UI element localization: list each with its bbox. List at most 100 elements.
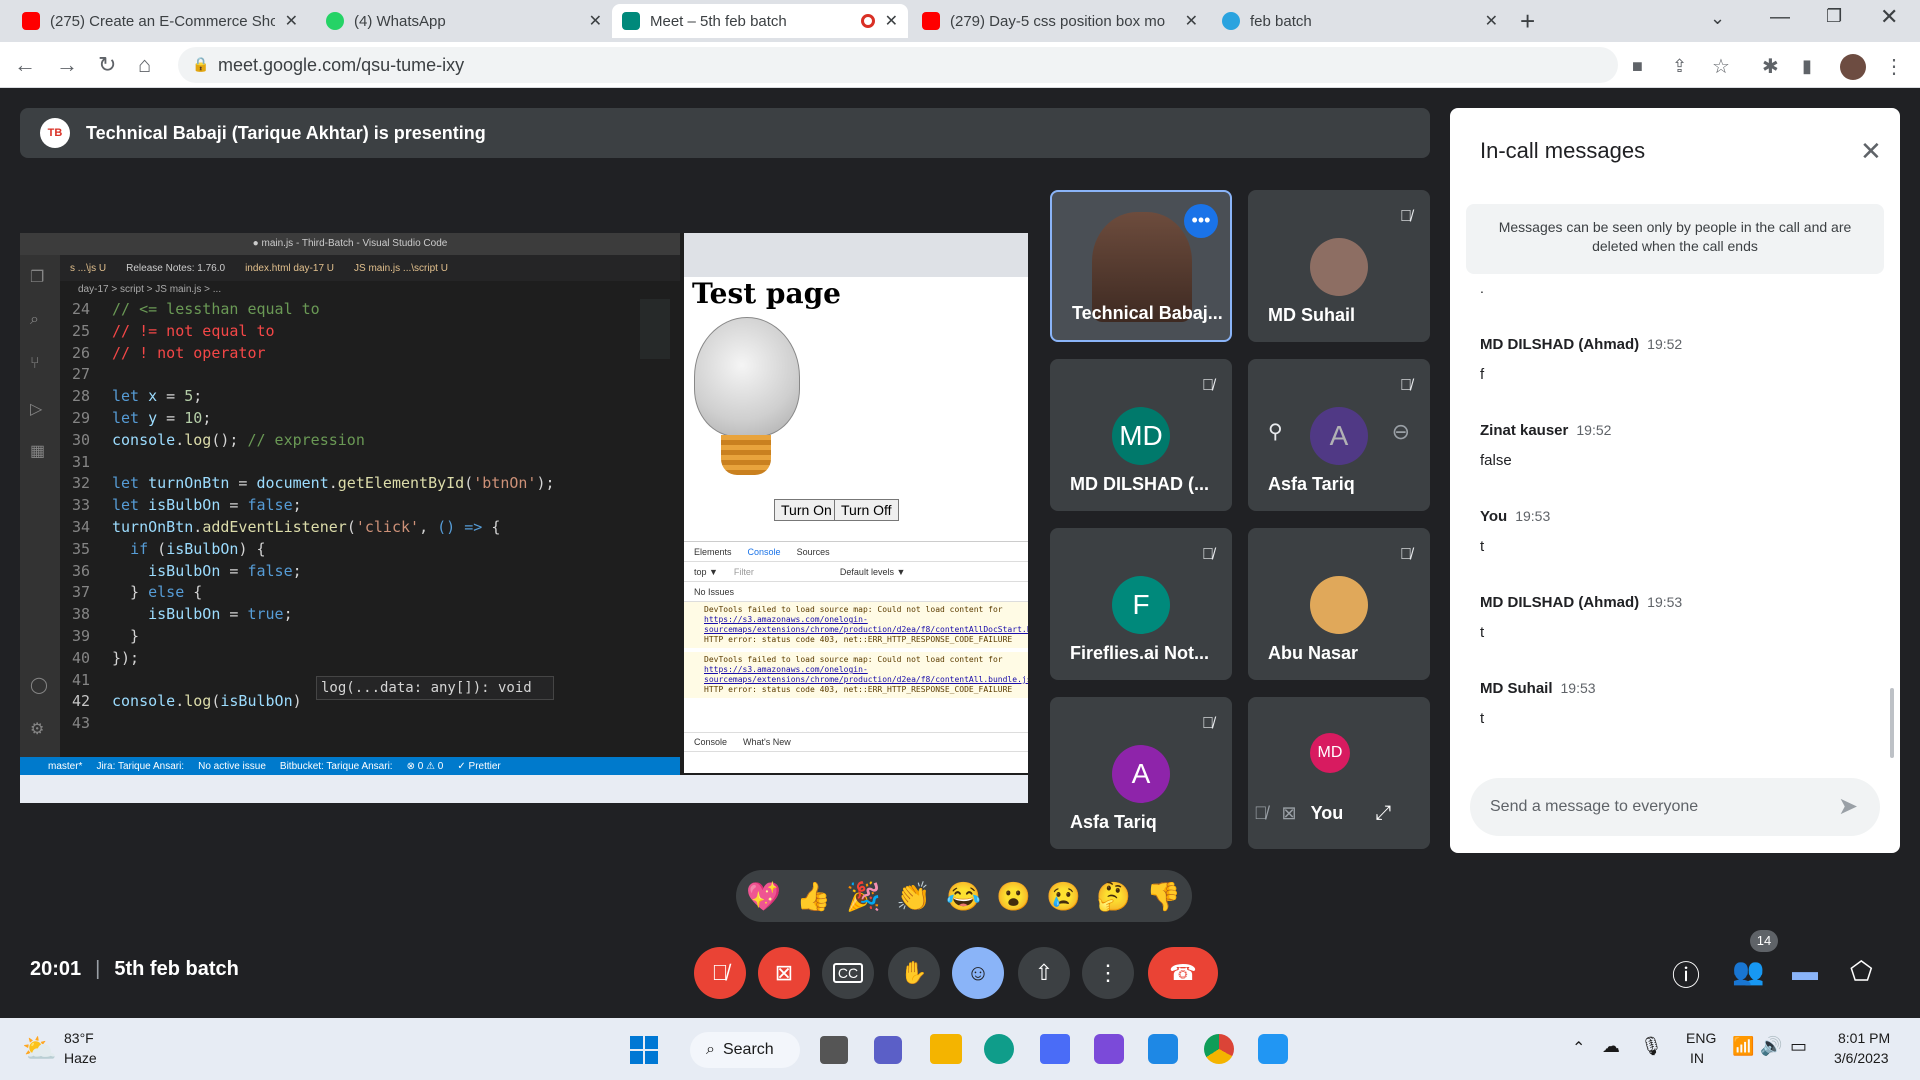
- editor-tab: s ...\js U: [70, 262, 107, 274]
- extensions-icon[interactable]: ✱: [1762, 54, 1779, 79]
- remove-icon[interactable]: ⊖: [1392, 419, 1410, 445]
- participant-tile[interactable]: 🎙̸ F Fireflies.ai Not...: [1050, 528, 1232, 680]
- activities-icon[interactable]: ⬠: [1850, 956, 1873, 987]
- browser-tab-1[interactable]: (275) Create an E-Commerce Sho ✕: [12, 4, 308, 38]
- volume-icon[interactable]: 🔊: [1760, 1036, 1782, 1057]
- self-name: You: [1310, 802, 1344, 823]
- message-text: false: [1480, 452, 1512, 469]
- input-language[interactable]: ENG: [1686, 1030, 1716, 1046]
- close-icon[interactable]: ✕: [1860, 136, 1882, 167]
- people-icon[interactable]: 👥: [1732, 956, 1764, 987]
- wifi-icon[interactable]: 📶: [1732, 1036, 1754, 1057]
- tab-search-icon[interactable]: ⌄: [1710, 8, 1725, 29]
- line-number: 24: [71, 300, 90, 318]
- mic-off-icon: 🎙̸: [1202, 715, 1214, 732]
- participant-tile[interactable]: 🎙̸ Abu Nasar: [1248, 528, 1430, 680]
- scrollbar[interactable]: [1890, 688, 1894, 758]
- browser-tab-5[interactable]: feb batch ✕: [1212, 4, 1508, 38]
- code-token: =: [220, 496, 248, 515]
- close-tab-icon[interactable]: ✕: [285, 11, 298, 31]
- visual-studio-icon[interactable]: [1094, 1034, 1124, 1064]
- taskbar-search[interactable]: ⌕ Search: [690, 1032, 800, 1068]
- teams-chat-icon[interactable]: [874, 1036, 902, 1064]
- send-icon[interactable]: ➤: [1838, 792, 1858, 821]
- more-options-button[interactable]: ⋮: [1082, 947, 1134, 999]
- close-window-icon[interactable]: ✕: [1880, 4, 1898, 30]
- browser-tab-4[interactable]: (279) Day-5 css position box mo ✕: [912, 4, 1208, 38]
- camera-toggle-button[interactable]: ⊠: [758, 947, 810, 999]
- code-token: .: [193, 517, 203, 536]
- reload-icon[interactable]: ↻: [98, 52, 116, 78]
- participant-tile[interactable]: 🎙̸ ⚲ A ⊖ Asfa Tariq: [1248, 359, 1430, 511]
- camera-off-icon[interactable]: ⊠: [1282, 803, 1297, 824]
- captions-button[interactable]: CC: [822, 947, 874, 999]
- close-tab-icon[interactable]: ✕: [1485, 11, 1498, 31]
- participant-tile-presenter[interactable]: ••• Technical Babaj...: [1050, 190, 1232, 342]
- sender: You: [1480, 508, 1508, 525]
- browser-tab-3-active[interactable]: Meet – 5th feb batch ✕: [612, 4, 908, 38]
- file-explorer-icon[interactable]: [930, 1034, 962, 1064]
- bookmark-star-icon[interactable]: ☆: [1712, 54, 1730, 79]
- reaction-thumbs-up[interactable]: 👍: [796, 880, 831, 913]
- reaction-heart[interactable]: 💖: [746, 880, 781, 913]
- onedrive-icon[interactable]: ☁: [1602, 1036, 1620, 1057]
- browser-tab-2[interactable]: (4) WhatsApp ✕: [316, 4, 612, 38]
- raise-hand-button[interactable]: ✋: [888, 947, 940, 999]
- leave-call-button[interactable]: ☎: [1148, 947, 1218, 999]
- whatsapp-icon: [326, 12, 344, 30]
- reaction-thinking[interactable]: 🤔: [1096, 880, 1131, 913]
- close-tab-icon[interactable]: ✕: [589, 11, 602, 31]
- side-panel-icon[interactable]: ▮: [1802, 56, 1812, 77]
- self-tile[interactable]: MD 🎙̸ ⊠ You ⤢: [1248, 697, 1430, 849]
- chat-icon[interactable]: ▬: [1792, 956, 1818, 987]
- line-number: 26: [71, 343, 90, 362]
- remote-desktop-icon[interactable]: [1148, 1034, 1178, 1064]
- reaction-party[interactable]: 🎉: [846, 880, 881, 913]
- camera-in-use-icon[interactable]: ■: [1632, 56, 1643, 77]
- participant-tile[interactable]: 🎙̸ MD MD DILSHAD (...: [1050, 359, 1232, 511]
- reaction-thumbs-down[interactable]: 👎: [1146, 880, 1181, 913]
- microphone-icon[interactable]: 🎙: [1640, 1036, 1663, 1057]
- vscode-icon[interactable]: [1040, 1034, 1070, 1064]
- share-icon[interactable]: ⇪: [1672, 56, 1687, 77]
- reaction-surprised[interactable]: 😮: [996, 880, 1031, 913]
- forward-icon[interactable]: →: [56, 52, 78, 78]
- reaction-cry[interactable]: 😢: [1046, 880, 1081, 913]
- task-view-icon[interactable]: [820, 1036, 848, 1064]
- home-icon[interactable]: ⌂: [138, 52, 151, 78]
- profile-avatar[interactable]: [1840, 54, 1866, 80]
- maximize-icon[interactable]: ❐: [1826, 6, 1842, 27]
- participant-tile[interactable]: 🎙̸ A Asfa Tariq: [1050, 697, 1232, 849]
- battery-icon[interactable]: ▭: [1790, 1036, 1807, 1057]
- code-token: let: [112, 496, 149, 515]
- participant-tile[interactable]: 🎙̸ MD Suhail: [1248, 190, 1430, 342]
- back-icon[interactable]: ←: [14, 52, 36, 78]
- reactions-button[interactable]: ☺: [952, 947, 1004, 999]
- pin-icon[interactable]: ⚲: [1268, 419, 1283, 444]
- timestamp: 19:53: [1515, 508, 1551, 524]
- browser-menu-icon[interactable]: ⋮: [1884, 54, 1904, 79]
- start-button[interactable]: [630, 1036, 658, 1064]
- chrome-icon[interactable]: [1204, 1034, 1234, 1064]
- error-pre: DevTools failed to load source map: Coul…: [704, 655, 1003, 664]
- edge-icon[interactable]: [984, 1034, 1014, 1064]
- minimize-icon[interactable]: —: [1770, 6, 1790, 29]
- new-tab-button[interactable]: +: [1520, 6, 1535, 37]
- close-tab-icon[interactable]: ✕: [885, 11, 898, 31]
- clock-time[interactable]: 8:01 PM: [1838, 1030, 1890, 1046]
- telegram-icon: [1222, 12, 1240, 30]
- weather-icon[interactable]: ⛅: [22, 1032, 57, 1065]
- present-button[interactable]: ⇧: [1018, 947, 1070, 999]
- reaction-laugh[interactable]: 😂: [946, 880, 981, 913]
- more-options-icon[interactable]: •••: [1184, 204, 1218, 238]
- message-input[interactable]: Send a message to everyone: [1470, 778, 1880, 836]
- reaction-clap[interactable]: 👏: [896, 880, 931, 913]
- close-tab-icon[interactable]: ✕: [1185, 11, 1198, 31]
- show-hidden-icons[interactable]: ⌃: [1572, 1038, 1585, 1058]
- meeting-details-icon[interactable]: ⓘ: [1672, 954, 1700, 994]
- photos-icon[interactable]: [1258, 1034, 1288, 1064]
- mic-off-icon[interactable]: 🎙̸: [1254, 803, 1268, 824]
- expand-icon[interactable]: ⤢: [1375, 802, 1391, 825]
- mic-toggle-button[interactable]: 🎙̸: [694, 947, 746, 999]
- omnibox[interactable]: 🔒 meet.google.com/qsu-tume-ixy: [178, 47, 1618, 83]
